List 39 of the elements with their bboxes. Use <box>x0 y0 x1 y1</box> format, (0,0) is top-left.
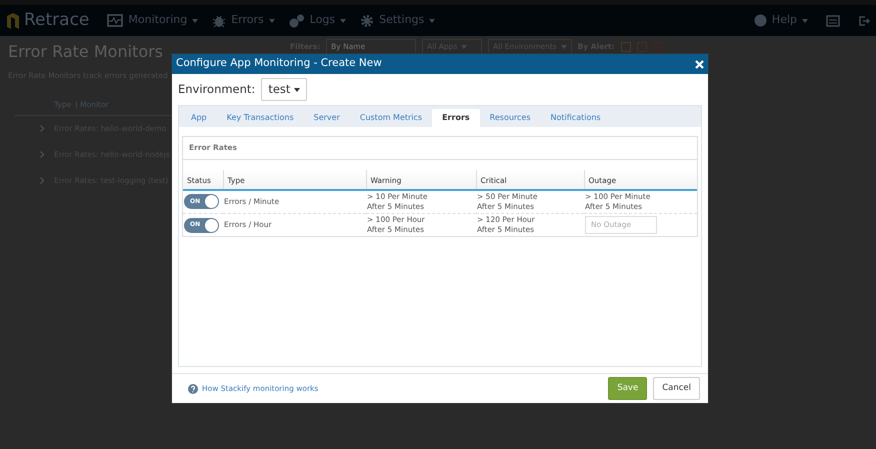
tab[interactable]: Server <box>304 109 350 128</box>
tab[interactable]: App <box>181 109 217 128</box>
tab[interactable]: Notifications <box>540 109 611 128</box>
monitor-icon <box>107 14 124 27</box>
environment-label: Environment: <box>178 81 256 98</box>
nav-menu[interactable]: Errors <box>231 12 264 29</box>
gear-icon <box>360 14 374 28</box>
logo-icon <box>6 12 20 30</box>
alert-filter-checkbox[interactable] <box>652 42 663 52</box>
caret-icon <box>802 18 808 22</box>
alert-filter-checkbox[interactable] <box>636 42 647 52</box>
help-menu[interactable]: Help <box>772 12 797 29</box>
tab[interactable]: Custom Metrics <box>350 109 432 128</box>
caret-icon <box>192 18 198 22</box>
nav-menu[interactable]: Monitoring <box>128 12 188 29</box>
close-icon[interactable] <box>695 60 704 68</box>
logout-icon[interactable] <box>858 14 870 26</box>
caret-icon <box>294 88 300 92</box>
cancel-button[interactable]: Cancel <box>653 377 700 400</box>
chevron-icon[interactable] <box>40 150 44 158</box>
chevron-icon[interactable] <box>40 177 44 184</box>
tab[interactable]: Errors <box>432 109 480 128</box>
bug-icon <box>212 14 226 28</box>
save-button[interactable]: Save <box>608 377 648 400</box>
nav-menu[interactable]: Logs <box>310 12 336 29</box>
tab[interactable]: Key Transactions <box>216 109 304 128</box>
tab[interactable]: Resources <box>480 109 541 128</box>
environment-dropdown[interactable]: test <box>261 78 308 102</box>
brand-name[interactable]: Retrace <box>24 8 90 34</box>
caret-icon <box>268 18 275 22</box>
caret-icon <box>461 44 468 49</box>
chevron-icon[interactable] <box>40 124 44 132</box>
modal-title: Configure App Monitoring - Create New <box>176 56 382 72</box>
dashboard-icon[interactable] <box>826 14 840 26</box>
alert-filter-checkbox[interactable] <box>620 42 631 52</box>
caret-icon <box>340 18 346 22</box>
caret-icon <box>560 44 567 49</box>
nav-menu[interactable]: Settings <box>379 12 424 29</box>
caret-icon <box>429 18 436 22</box>
